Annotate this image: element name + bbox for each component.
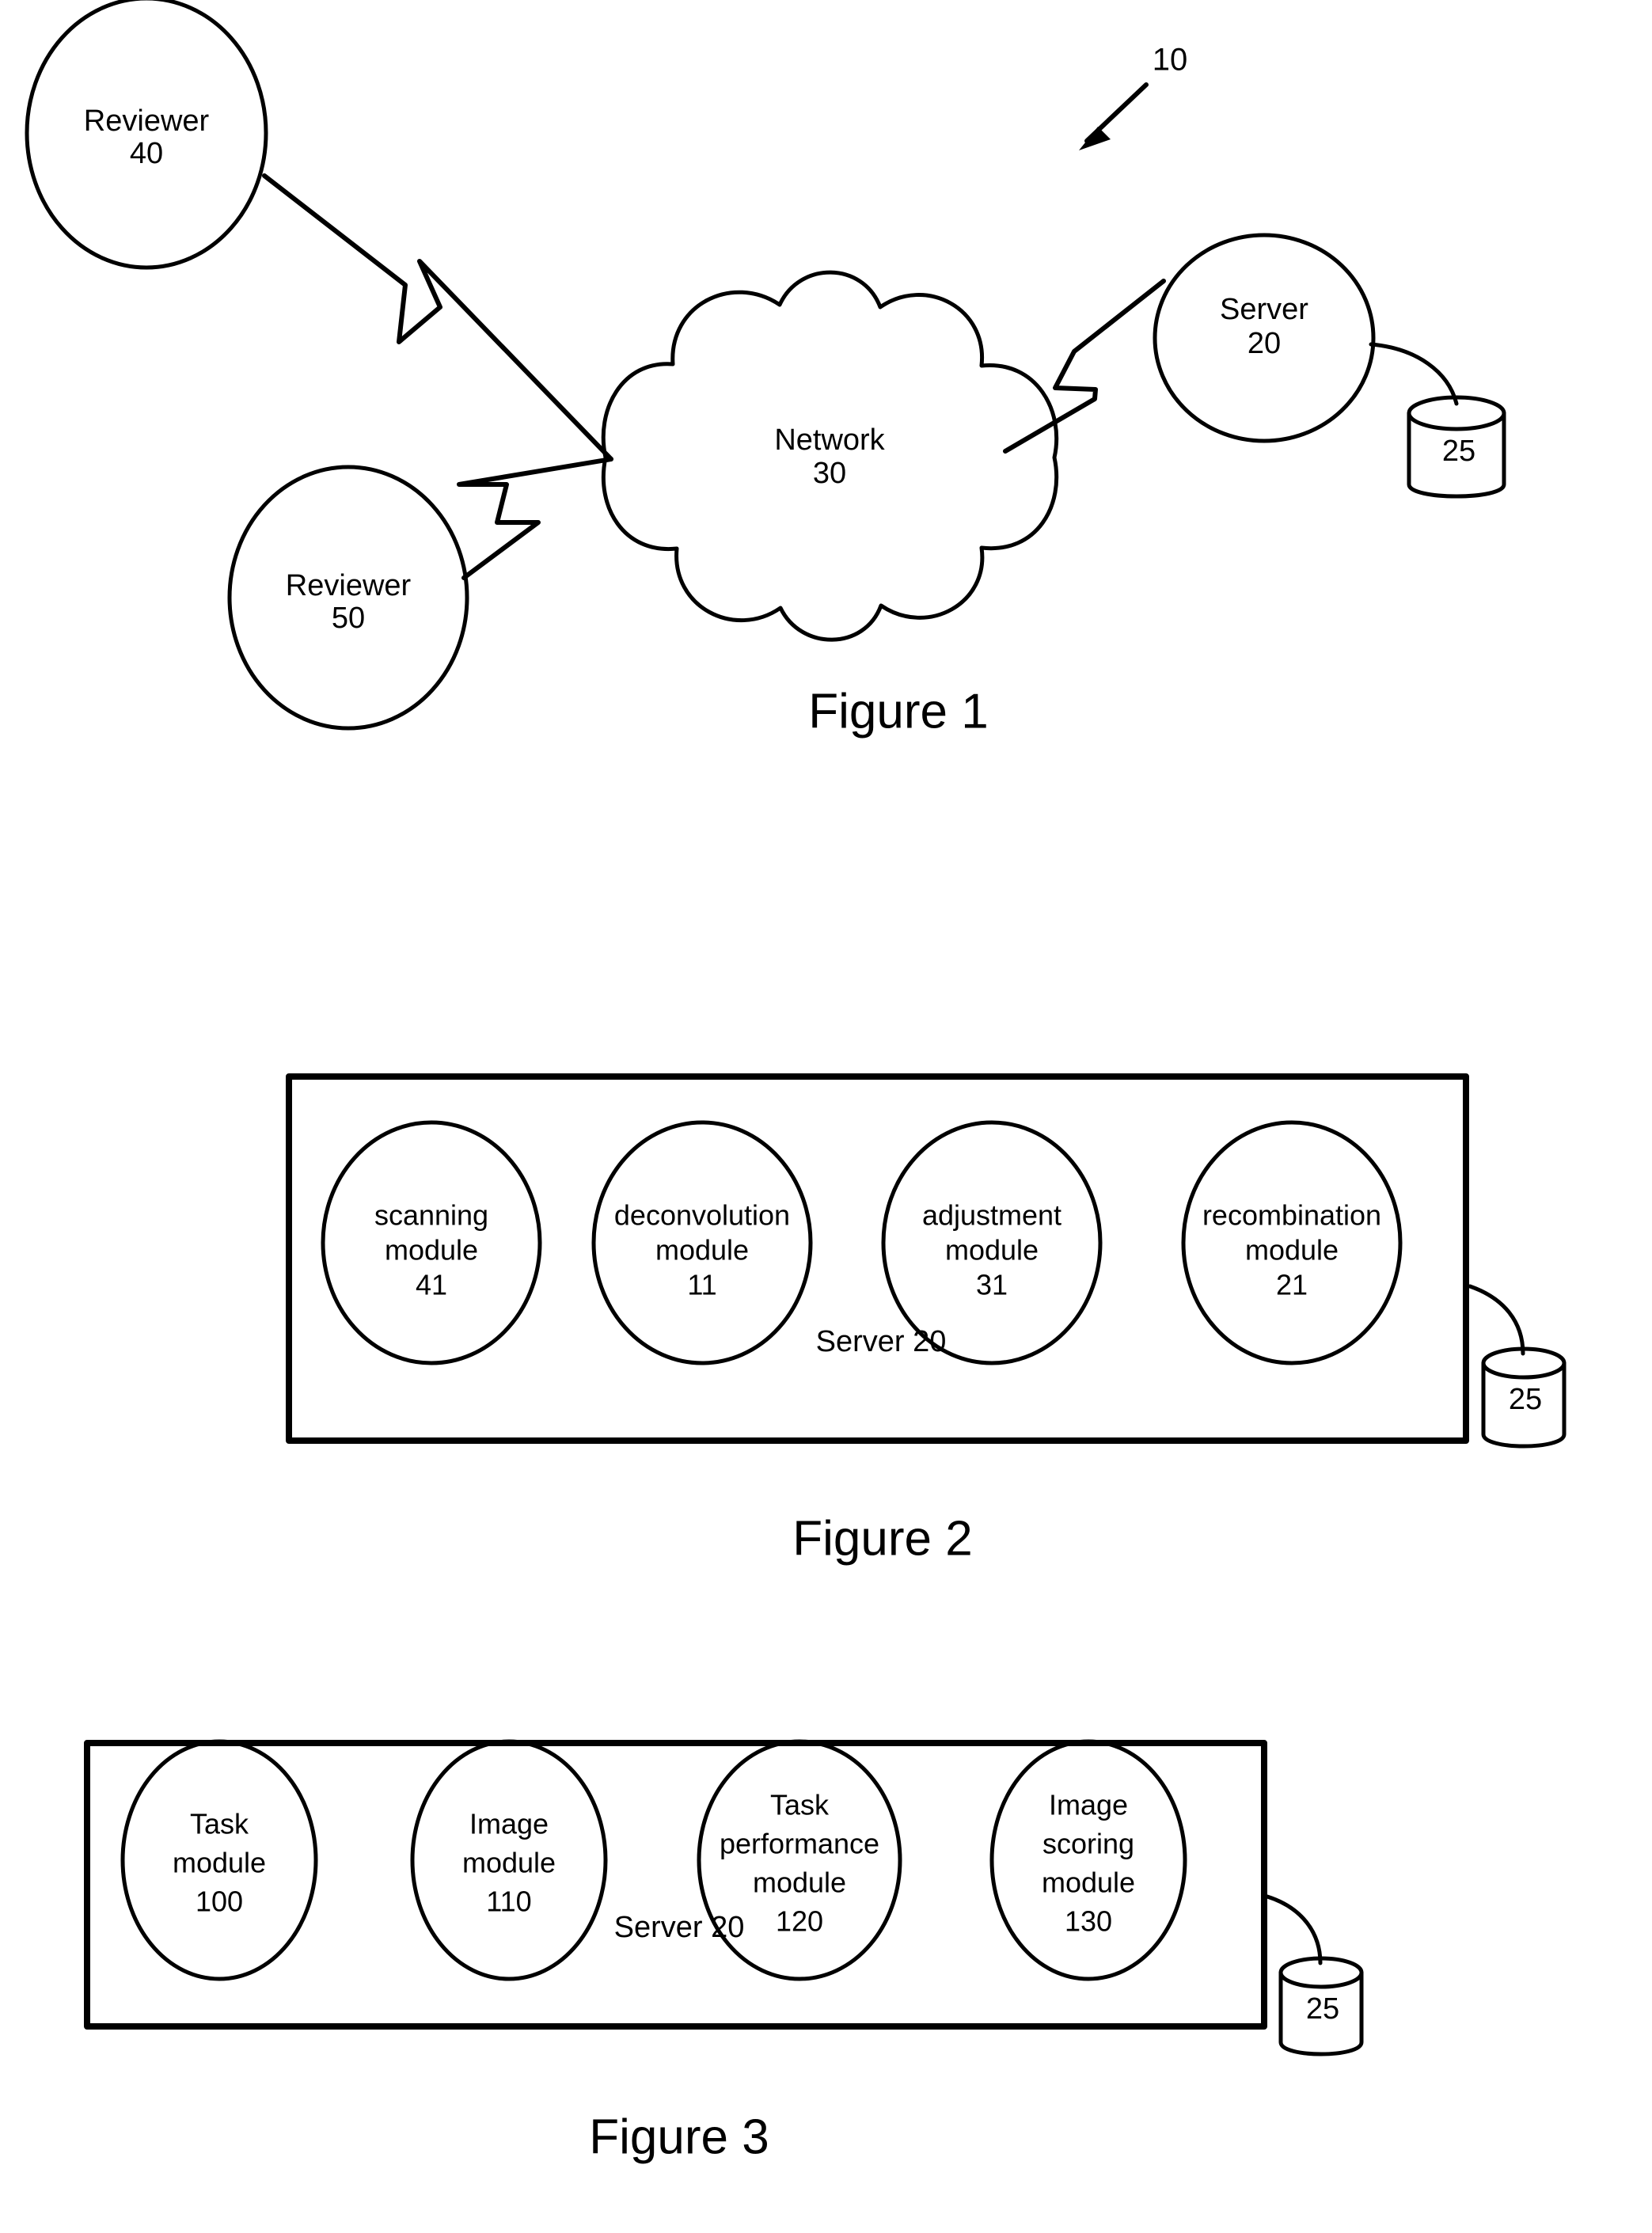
- image-module-ref: 110: [486, 1886, 531, 1918]
- recombination-module-name-line2: module: [1245, 1234, 1339, 1267]
- system-reference-label: 10: [1153, 43, 1188, 78]
- scanning-module-ref: 41: [416, 1269, 447, 1301]
- module-image[interactable]: Image module 110: [410, 1739, 608, 1981]
- recombination-module-name-line1: recombination: [1202, 1199, 1381, 1232]
- image-scoring-module-ellipse: [989, 1739, 1187, 1981]
- figure-3-database-link: [1265, 1894, 1323, 1965]
- reviewer-40-label: Reviewer: [84, 104, 210, 138]
- image-scoring-module-name-line1: Image: [1049, 1789, 1128, 1821]
- figure-3-caption: Figure 3: [589, 2110, 769, 2164]
- node-reviewer-50[interactable]: Reviewer 50: [227, 465, 469, 731]
- scanning-module-name-line2: module: [385, 1234, 478, 1267]
- figure-3: Server 20 Task module 100 Image module 1…: [84, 1739, 1364, 2164]
- module-deconvolution[interactable]: deconvolution module 11: [591, 1120, 813, 1365]
- reviewer-40-ref: 40: [130, 137, 163, 170]
- reviewer-50-label: Reviewer: [286, 569, 412, 602]
- module-scanning[interactable]: scanning module 41: [321, 1120, 542, 1365]
- image-module-name-line1: Image: [469, 1808, 549, 1840]
- figure-2-caption-text: Figure 2: [792, 1511, 972, 1566]
- lightning-connector-right: [1003, 279, 1166, 454]
- module-task[interactable]: Task module 100: [120, 1739, 318, 1981]
- figure-3-database-label: 25: [1306, 1992, 1339, 2026]
- figure-2-database-25[interactable]: 25: [1468, 1284, 1567, 1449]
- database-25-label: 25: [1442, 435, 1475, 468]
- node-database-25[interactable]: 25: [1369, 342, 1506, 499]
- scanning-module-name-line1: scanning: [374, 1199, 488, 1232]
- database-25-link: [1369, 342, 1459, 406]
- node-server-20[interactable]: Server 20: [1153, 233, 1376, 443]
- image-module-name-line2: module: [462, 1847, 556, 1879]
- link-network-server: [1003, 279, 1166, 454]
- link-reviewer40-network: [262, 173, 613, 461]
- task-performance-module-ref: 120: [776, 1905, 823, 1938]
- figure-2-database-link: [1468, 1284, 1525, 1356]
- deconvolution-module-ref: 11: [687, 1269, 716, 1301]
- task-module-name-line2: module: [173, 1847, 266, 1879]
- adjustment-module-ref: 31: [976, 1269, 1008, 1301]
- task-performance-module-name-line2: performance: [720, 1828, 879, 1860]
- figure-1-caption: Figure 1: [808, 684, 988, 739]
- system-reference-callout: 10: [1079, 43, 1187, 150]
- recombination-module-ref: 21: [1276, 1269, 1308, 1301]
- figure-1: 10 Reviewer 40 Reviewer 50 Network 30 Se…: [25, 0, 1506, 739]
- image-scoring-module-name-line2: scoring: [1042, 1828, 1134, 1860]
- figure-2-database-label: 25: [1509, 1383, 1542, 1416]
- adjustment-module-name-line1: adjustment: [922, 1199, 1061, 1232]
- image-scoring-module-ref: 130: [1065, 1905, 1112, 1938]
- task-performance-module-ellipse: [697, 1739, 902, 1981]
- image-scoring-module-name-line3: module: [1042, 1867, 1135, 1899]
- deconvolution-module-name-line2: module: [655, 1234, 749, 1267]
- module-image-scoring[interactable]: Image scoring module 130: [989, 1739, 1187, 1981]
- adjustment-module-name-line2: module: [945, 1234, 1039, 1267]
- figure-2: Server 20 scanning module 41 deconvoluti…: [286, 1073, 1567, 1566]
- lightning-connector-upper: [262, 173, 613, 461]
- task-performance-module-name-line3: module: [753, 1867, 846, 1899]
- task-module-name-line1: Task: [190, 1808, 249, 1840]
- reviewer-50-ref: 50: [332, 602, 365, 635]
- node-reviewer-40[interactable]: Reviewer 40: [25, 0, 268, 270]
- link-reviewer50-network: [457, 457, 613, 580]
- drawing-sheet: 10 Reviewer 40 Reviewer 50 Network 30 Se…: [0, 0, 1652, 2233]
- network-30-ref: 30: [813, 457, 846, 490]
- module-recombination[interactable]: recombination module 21: [1181, 1120, 1403, 1365]
- task-performance-module-name-line1: Task: [770, 1789, 830, 1821]
- figure-2-server-label: Server 20: [816, 1325, 947, 1358]
- lightning-connector-lower: [457, 457, 613, 580]
- task-module-ref: 100: [196, 1886, 243, 1918]
- deconvolution-module-name-line1: deconvolution: [614, 1199, 790, 1232]
- server-20-label: Server: [1220, 293, 1308, 326]
- server-20-ref: 20: [1248, 327, 1281, 360]
- module-adjustment[interactable]: adjustment module 31: [881, 1120, 1103, 1365]
- module-task-performance[interactable]: Task performance module 120: [697, 1739, 902, 1981]
- figure-3-database-25[interactable]: 25: [1265, 1894, 1364, 2056]
- network-30-label: Network: [774, 423, 885, 457]
- node-network-30[interactable]: Network 30: [601, 270, 1059, 642]
